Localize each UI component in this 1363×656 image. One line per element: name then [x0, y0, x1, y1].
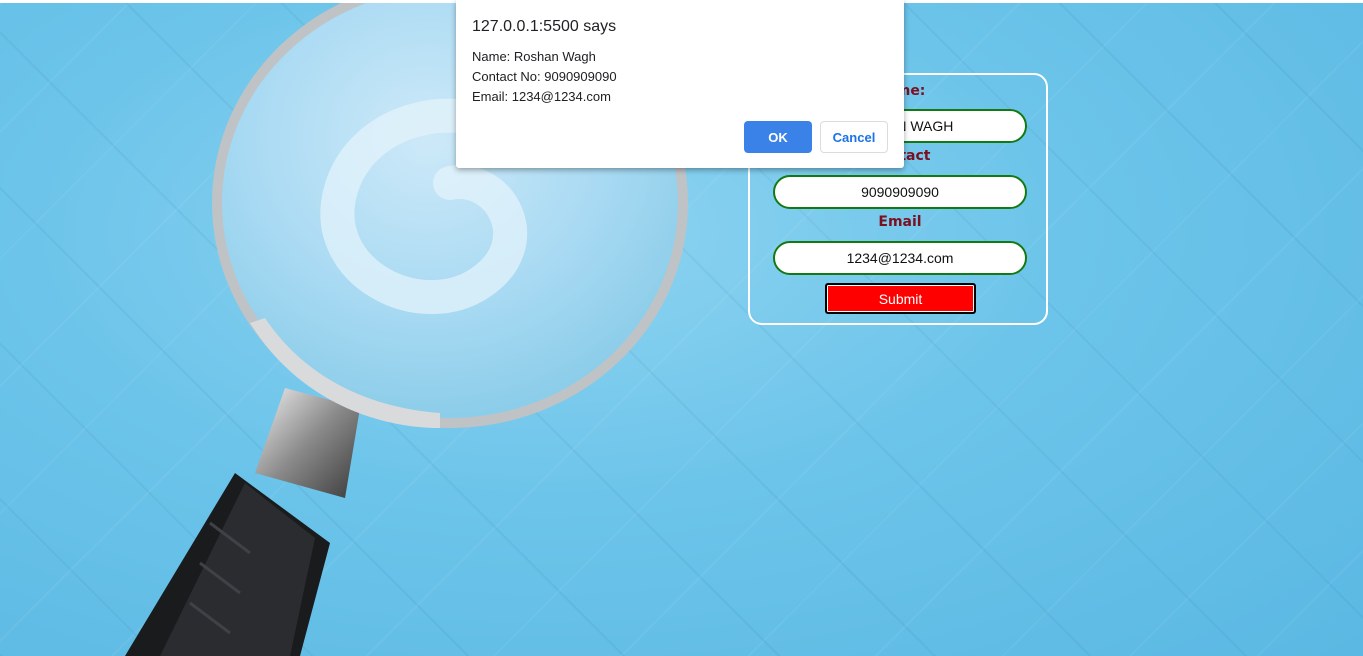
dialog-line-email: Email: 1234@1234.com	[472, 89, 611, 104]
dialog-title: 127.0.0.1:5500 says	[472, 18, 617, 35]
contact-input[interactable]	[773, 175, 1027, 209]
email-label: Email	[878, 214, 922, 230]
ok-button[interactable]: OK	[744, 121, 812, 153]
dialog-line-name: Name: Roshan Wagh	[472, 49, 596, 64]
submit-button[interactable]: Submit	[825, 283, 976, 314]
dialog-line-contact: Contact No: 9090909090	[472, 69, 617, 84]
dialog-message: Name: Roshan Wagh Contact No: 9090909090…	[472, 47, 617, 107]
email-input[interactable]	[773, 241, 1027, 275]
cancel-button[interactable]: Cancel	[820, 121, 888, 153]
alert-dialog: 127.0.0.1:5500 says Name: Roshan Wagh Co…	[456, 0, 904, 168]
